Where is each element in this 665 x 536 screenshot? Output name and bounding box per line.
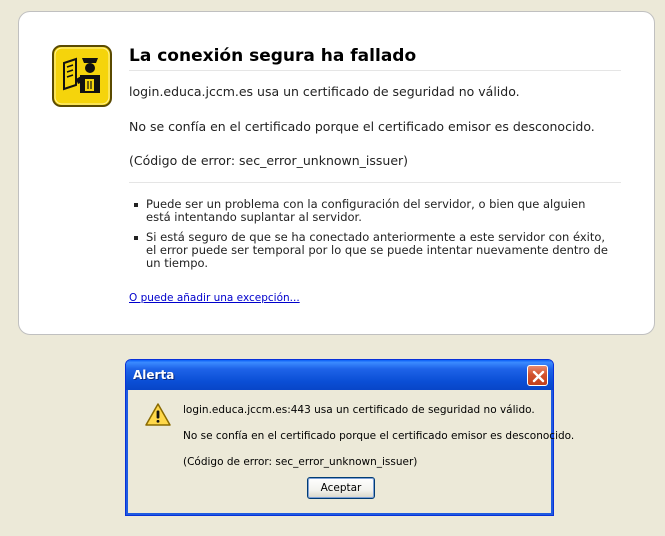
- list-item: Si está seguro de que se ha conectado an…: [129, 231, 609, 270]
- dialog-titlebar[interactable]: Alerta: [126, 360, 553, 390]
- warning-icon: [144, 402, 172, 428]
- page: La conexión segura ha fallado login.educ…: [0, 0, 665, 536]
- error-code-text: (Código de error: sec_error_unknown_issu…: [129, 153, 409, 168]
- dialog-body: login.educa.jccm.es:443 usa un certifica…: [129, 390, 574, 512]
- list-item: Puede ser un problema con la configuraci…: [129, 198, 609, 224]
- accept-button[interactable]: Aceptar: [307, 477, 375, 499]
- alert-message-error-code: (Código de error: sec_error_unknown_issu…: [183, 456, 418, 468]
- alert-message-certificate: login.educa.jccm.es:443 usa un certifica…: [183, 404, 535, 416]
- close-button[interactable]: [527, 365, 548, 386]
- page-title: La conexión segura ha fallado: [129, 46, 621, 71]
- untrusted-issuer-text: No se confía en el certificado porque el…: [129, 119, 595, 134]
- error-page-card: La conexión segura ha fallado login.educ…: [18, 11, 655, 335]
- dialog-title: Alerta: [133, 368, 175, 382]
- invalid-certificate-text: login.educa.jccm.es usa un certificado d…: [129, 84, 520, 99]
- alert-message-issuer: No se confía en el certificado porque el…: [183, 430, 575, 442]
- add-exception-link[interactable]: O puede añadir una excepción...: [129, 292, 300, 304]
- security-officer-icon: [52, 45, 112, 107]
- alert-dialog: Alerta login.educa.jccm.es:443 usa un ce…: [125, 359, 574, 516]
- hint-list: Puede ser un problema con la configuraci…: [129, 198, 609, 277]
- close-icon: [532, 370, 545, 383]
- divider: [129, 182, 621, 183]
